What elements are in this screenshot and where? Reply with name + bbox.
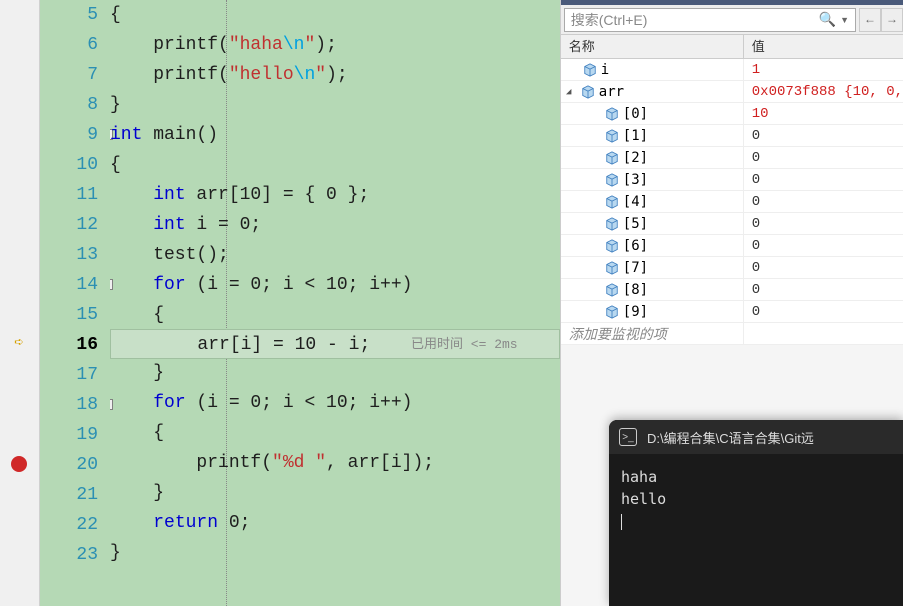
variable-icon: [583, 63, 597, 77]
watch-row[interactable]: [1] 0: [561, 125, 903, 147]
console-line: hello: [621, 488, 891, 510]
current-line-arrow-icon: ➪: [10, 333, 28, 351]
line-number: 12: [40, 210, 98, 240]
watch-row[interactable]: [3] 0: [561, 169, 903, 191]
variable-value[interactable]: 10: [744, 103, 903, 124]
variable-name: [8]: [623, 279, 648, 300]
console-title-text: D:\编程合集\C语言合集\Git远: [647, 428, 814, 447]
line-number: 22: [40, 510, 98, 540]
variable-value[interactable]: 0: [744, 257, 903, 278]
variable-icon: [605, 305, 619, 319]
line-number: 14: [40, 270, 98, 300]
watch-row[interactable]: [9] 0: [561, 301, 903, 323]
variable-value[interactable]: 0: [744, 169, 903, 190]
breakpoint-margin[interactable]: ➪: [0, 0, 40, 606]
variable-value[interactable]: 0: [744, 125, 903, 146]
line-number: 13: [40, 240, 98, 270]
variable-value[interactable]: 0: [744, 213, 903, 234]
search-icon[interactable]: 🔍: [819, 11, 836, 28]
watch-rows: i1◢arr0x0073f888 {10, 0,[0]10[1]0[2]0[3]…: [561, 59, 903, 345]
variable-icon: [605, 173, 619, 187]
variable-icon: [605, 261, 619, 275]
variable-name: [4]: [623, 191, 648, 212]
variable-name: [5]: [623, 213, 648, 234]
variable-value[interactable]: 1: [744, 59, 903, 80]
variable-icon: [605, 239, 619, 253]
line-number: 17: [40, 360, 98, 390]
variable-icon: [605, 217, 619, 231]
watch-row[interactable]: [0] 10: [561, 103, 903, 125]
search-placeholder: 搜索(Ctrl+E): [571, 10, 648, 30]
variable-icon: [605, 107, 619, 121]
timing-label: 已用时间 <= 2ms: [411, 330, 518, 360]
variable-name: [7]: [623, 257, 648, 278]
variable-value[interactable]: 0: [744, 279, 903, 300]
console-icon: >_: [619, 428, 637, 446]
line-number: 11: [40, 180, 98, 210]
variable-name: [1]: [623, 125, 648, 146]
watch-columns-header: 名称 值: [561, 35, 903, 59]
line-number: 8: [40, 90, 98, 120]
line-number-gutter: 5 6 7 8 9 10 11 12 13 14 15 16 17 18 19 …: [40, 0, 110, 606]
watch-row[interactable]: [8] 0: [561, 279, 903, 301]
console-title-bar[interactable]: >_ D:\编程合集\C语言合集\Git远: [609, 420, 903, 454]
line-number: 6: [40, 30, 98, 60]
expand-icon[interactable]: ◢: [563, 86, 575, 98]
variable-name: [0]: [623, 103, 648, 124]
variable-icon: [605, 129, 619, 143]
line-number: 20: [40, 450, 98, 480]
watch-row[interactable]: [5] 0: [561, 213, 903, 235]
code-editor[interactable]: ➪ 5 6 7 8 9 10 11 12 13 14 15 16 17: [0, 0, 561, 606]
line-number: 7: [40, 60, 98, 90]
watch-row[interactable]: [4] 0: [561, 191, 903, 213]
variable-value[interactable]: 0: [744, 301, 903, 322]
line-number: 21: [40, 480, 98, 510]
variable-value[interactable]: 0: [744, 235, 903, 256]
line-number: 23: [40, 540, 98, 570]
variable-name: [3]: [623, 169, 648, 190]
watch-row[interactable]: [6] 0: [561, 235, 903, 257]
nav-prev-button[interactable]: ←: [859, 8, 881, 32]
line-number: 18: [40, 390, 98, 420]
line-number: 5: [40, 0, 98, 30]
watch-row[interactable]: [7] 0: [561, 257, 903, 279]
line-number: 9: [40, 120, 98, 150]
breakpoint-icon[interactable]: [10, 455, 28, 473]
variable-name: arr: [599, 81, 624, 102]
search-input[interactable]: 搜索(Ctrl+E) 🔍 ▼: [564, 8, 856, 32]
add-watch-item[interactable]: 添加要监视的项: [561, 323, 903, 345]
line-number: 16: [40, 330, 98, 360]
variable-value[interactable]: 0: [744, 147, 903, 168]
console-output: haha hello: [609, 454, 903, 544]
variable-name: [6]: [623, 235, 648, 256]
variable-name: [2]: [623, 147, 648, 168]
console-line: haha: [621, 466, 891, 488]
cursor-icon: [621, 514, 622, 530]
chevron-down-icon[interactable]: ▼: [840, 15, 849, 25]
variable-icon: [581, 85, 595, 99]
console-window[interactable]: >_ D:\编程合集\C语言合集\Git远 haha hello: [609, 420, 903, 606]
variable-value[interactable]: 0x0073f888 {10, 0,: [744, 81, 903, 102]
nav-next-button[interactable]: →: [881, 8, 903, 32]
variable-value[interactable]: 0: [744, 191, 903, 212]
variable-name: [9]: [623, 301, 648, 322]
variable-icon: [605, 151, 619, 165]
line-number: 19: [40, 420, 98, 450]
column-name-header[interactable]: 名称: [561, 35, 744, 58]
line-number: 15: [40, 300, 98, 330]
variable-icon: [605, 283, 619, 297]
variable-name: i: [601, 59, 609, 80]
line-number: 10: [40, 150, 98, 180]
column-value-header[interactable]: 值: [744, 35, 903, 58]
code-text[interactable]: − − − { printf("haha\n"); printf("hello\…: [110, 0, 560, 606]
watch-row[interactable]: i1: [561, 59, 903, 81]
watch-row[interactable]: [2] 0: [561, 147, 903, 169]
watch-row[interactable]: ◢ arr 0x0073f888 {10, 0,: [561, 81, 903, 103]
variable-icon: [605, 195, 619, 209]
